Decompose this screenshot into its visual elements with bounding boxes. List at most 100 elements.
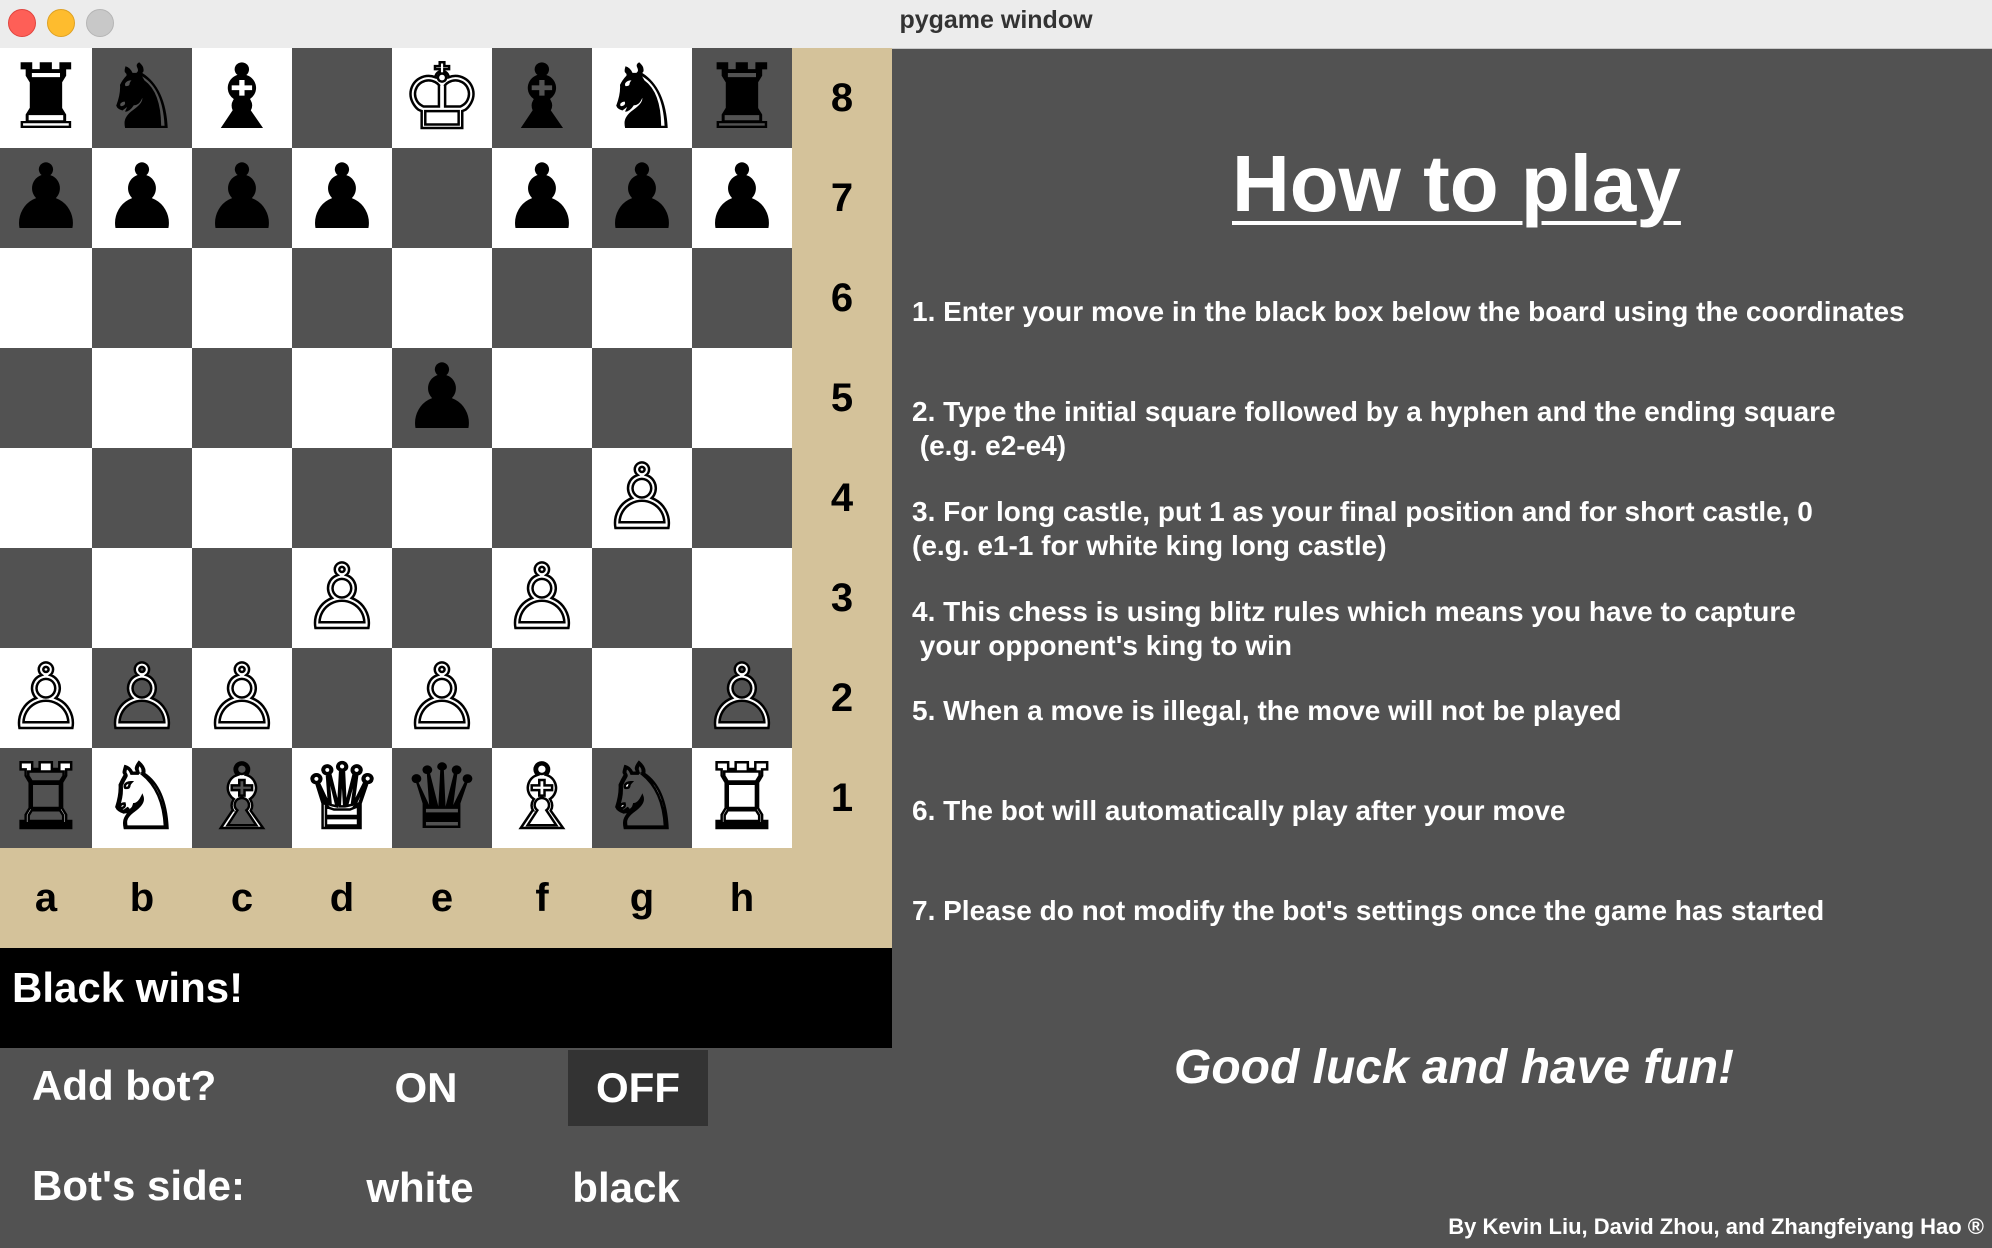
square-f8[interactable]: ♝	[492, 48, 592, 148]
square-d2[interactable]	[292, 648, 392, 748]
square-c4[interactable]	[192, 448, 292, 548]
chess-piece[interactable]: ♙	[0, 648, 92, 748]
square-e3[interactable]	[392, 548, 492, 648]
square-b3[interactable]	[92, 548, 192, 648]
square-g5[interactable]	[592, 348, 692, 448]
square-e1[interactable]: ♛	[392, 748, 492, 848]
chess-board[interactable]: ♜ ♞ ♝ ♔ ♝ ♞ ♜ ♟ ♟ ♟ ♟ ♟ ♟ ♟ ♟ ♙ ♙ ♙ ♙ ♙ ♙ ♙ ♙ ♖ ♘ ♗ ♕ ♛ ♗ ♘ ♖	[0, 48, 792, 848]
chess-piece[interactable]: ♖	[692, 748, 792, 848]
chess-piece[interactable]: ♙	[192, 648, 292, 748]
chess-piece[interactable]: ♟	[292, 148, 392, 248]
square-b2[interactable]: ♙	[92, 648, 192, 748]
square-c7[interactable]: ♟	[192, 148, 292, 248]
move-input-box[interactable]: Black wins!	[0, 948, 892, 1048]
square-f2[interactable]	[492, 648, 592, 748]
square-b4[interactable]	[92, 448, 192, 548]
square-b5[interactable]	[92, 348, 192, 448]
chess-piece[interactable]: ♗	[492, 748, 592, 848]
square-g2[interactable]	[592, 648, 692, 748]
chess-piece[interactable]: ♝	[192, 48, 292, 148]
square-g4[interactable]: ♙	[592, 448, 692, 548]
chess-piece[interactable]: ♙	[392, 648, 492, 748]
square-d5[interactable]	[292, 348, 392, 448]
square-g3[interactable]	[592, 548, 692, 648]
chess-piece[interactable]: ♟	[92, 148, 192, 248]
square-d6[interactable]	[292, 248, 392, 348]
chess-piece[interactable]: ♙	[492, 548, 592, 648]
square-f4[interactable]	[492, 448, 592, 548]
chess-piece[interactable]: ♖	[0, 748, 92, 848]
square-a3[interactable]	[0, 548, 92, 648]
square-b6[interactable]	[92, 248, 192, 348]
chess-piece[interactable]: ♟	[492, 148, 592, 248]
square-a2[interactable]: ♙	[0, 648, 92, 748]
square-e4[interactable]	[392, 448, 492, 548]
square-a8[interactable]: ♜	[0, 48, 92, 148]
square-d1[interactable]: ♕	[292, 748, 392, 848]
square-h3[interactable]	[692, 548, 792, 648]
square-c3[interactable]	[192, 548, 292, 648]
square-c2[interactable]: ♙	[192, 648, 292, 748]
square-g6[interactable]	[592, 248, 692, 348]
chess-piece[interactable]: ♞	[592, 48, 692, 148]
chess-piece[interactable]: ♙	[92, 648, 192, 748]
square-g1[interactable]: ♘	[592, 748, 692, 848]
chess-piece[interactable]: ♟	[0, 148, 92, 248]
square-c1[interactable]: ♗	[192, 748, 292, 848]
chess-piece[interactable]: ♞	[92, 48, 192, 148]
bot-on-button[interactable]: ON	[366, 1050, 486, 1126]
bot-off-button[interactable]: OFF	[568, 1050, 708, 1126]
square-h4[interactable]	[692, 448, 792, 548]
square-a4[interactable]	[0, 448, 92, 548]
chess-piece[interactable]: ♙	[592, 448, 692, 548]
square-f6[interactable]	[492, 248, 592, 348]
square-e6[interactable]	[392, 248, 492, 348]
square-c8[interactable]: ♝	[192, 48, 292, 148]
square-g7[interactable]: ♟	[592, 148, 692, 248]
chess-piece[interactable]: ♜	[692, 48, 792, 148]
square-h7[interactable]: ♟	[692, 148, 792, 248]
square-a7[interactable]: ♟	[0, 148, 92, 248]
square-f1[interactable]: ♗	[492, 748, 592, 848]
square-b8[interactable]: ♞	[92, 48, 192, 148]
chess-piece[interactable]: ♙	[292, 548, 392, 648]
bot-side-black-button[interactable]: black	[556, 1150, 696, 1226]
chess-piece[interactable]: ♘	[592, 748, 692, 848]
chess-piece[interactable]: ♙	[692, 648, 792, 748]
square-h5[interactable]	[692, 348, 792, 448]
chess-piece[interactable]: ♟	[392, 348, 492, 448]
square-c5[interactable]	[192, 348, 292, 448]
square-a6[interactable]	[0, 248, 92, 348]
square-d3[interactable]: ♙	[292, 548, 392, 648]
square-e5[interactable]: ♟	[392, 348, 492, 448]
square-b7[interactable]: ♟	[92, 148, 192, 248]
chess-piece[interactable]: ♟	[692, 148, 792, 248]
chess-piece[interactable]: ♕	[292, 748, 392, 848]
square-b1[interactable]: ♘	[92, 748, 192, 848]
chess-piece[interactable]: ♟	[592, 148, 692, 248]
square-a5[interactable]	[0, 348, 92, 448]
chess-piece[interactable]: ♝	[492, 48, 592, 148]
chess-piece[interactable]: ♜	[0, 48, 92, 148]
square-c6[interactable]	[192, 248, 292, 348]
square-f5[interactable]	[492, 348, 592, 448]
square-a1[interactable]: ♖	[0, 748, 92, 848]
square-f7[interactable]: ♟	[492, 148, 592, 248]
square-d7[interactable]: ♟	[292, 148, 392, 248]
square-f3[interactable]: ♙	[492, 548, 592, 648]
square-e2[interactable]: ♙	[392, 648, 492, 748]
square-e8[interactable]: ♔	[392, 48, 492, 148]
chess-piece[interactable]: ♛	[392, 748, 492, 848]
square-d8[interactable]	[292, 48, 392, 148]
square-h6[interactable]	[692, 248, 792, 348]
chess-piece[interactable]: ♘	[92, 748, 192, 848]
bot-side-white-button[interactable]: white	[350, 1150, 490, 1226]
chess-piece[interactable]: ♟	[192, 148, 292, 248]
square-e7[interactable]	[392, 148, 492, 248]
chess-piece[interactable]: ♔	[392, 48, 492, 148]
chess-piece[interactable]: ♗	[192, 748, 292, 848]
square-h8[interactable]: ♜	[692, 48, 792, 148]
square-h2[interactable]: ♙	[692, 648, 792, 748]
square-d4[interactable]	[292, 448, 392, 548]
square-g8[interactable]: ♞	[592, 48, 692, 148]
